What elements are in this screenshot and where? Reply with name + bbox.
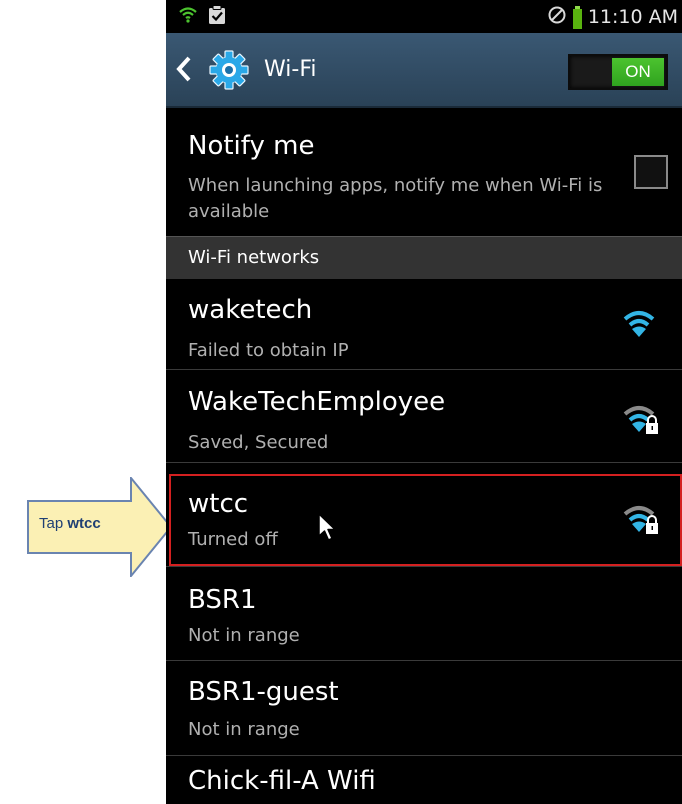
page-title: Wi-Fi: [264, 57, 317, 82]
mouse-pointer-icon: [318, 513, 340, 548]
network-name: BSR1-guest: [188, 677, 339, 707]
network-item-chick-fil-a-wifi[interactable]: Chick-fil-A Wifi: [166, 756, 682, 804]
network-name: BSR1: [188, 585, 257, 615]
callout-text: Tap wtcc: [39, 515, 149, 532]
wifi-signal-locked-icon: [622, 503, 662, 541]
notify-me-row[interactable]: Notify me When launching apps, notify me…: [166, 107, 682, 236]
wifi-networks-header: Wi-Fi networks: [166, 236, 682, 279]
instruction-callout: Tap wtcc: [27, 477, 173, 577]
network-item-wtcc[interactable]: wtcc Turned off: [166, 475, 682, 565]
callout-prefix: Tap: [39, 515, 64, 532]
phone-screen: 11:10 AM Wi-Fi ON Notify me When launchi…: [166, 0, 682, 804]
no-sim-icon: [547, 5, 567, 29]
notify-checkbox[interactable]: [634, 155, 668, 189]
battery-icon: [572, 5, 582, 29]
network-item-waketechemployee[interactable]: WakeTechEmployee Saved, Secured: [166, 370, 682, 463]
network-status: Saved, Secured: [188, 432, 329, 453]
notify-title: Notify me: [188, 131, 315, 161]
notify-subtitle: When launching apps, notify me when Wi-F…: [188, 175, 603, 222]
network-item-bsr1-guest[interactable]: BSR1-guest Not in range: [166, 661, 682, 756]
toggle-on-label: ON: [612, 58, 664, 86]
action-bar: Wi-Fi ON: [166, 33, 682, 108]
settings-gear-icon[interactable]: [206, 49, 252, 95]
network-status: Not in range: [188, 719, 300, 740]
status-bar: 11:10 AM: [166, 0, 682, 33]
network-name: Chick-fil-A Wifi: [188, 766, 376, 796]
callout-target: wtcc: [67, 515, 101, 532]
network-name: waketech: [188, 295, 313, 325]
network-name: wtcc: [188, 489, 249, 519]
network-item-bsr1[interactable]: BSR1 Not in range: [166, 566, 682, 661]
wifi-signal-icon: [178, 6, 198, 28]
wifi-signal-locked-icon: [622, 403, 662, 441]
status-time: 11:10 AM: [587, 6, 678, 28]
network-status: Turned off: [188, 529, 278, 550]
network-item-waketech[interactable]: waketech Failed to obtain IP: [166, 278, 682, 370]
network-status: Not in range: [188, 625, 300, 646]
network-status: Failed to obtain IP: [188, 340, 349, 361]
network-name: WakeTechEmployee: [188, 387, 446, 417]
wifi-toggle[interactable]: ON: [568, 54, 668, 90]
clipboard-check-icon: [208, 5, 226, 29]
back-chevron-icon[interactable]: [174, 55, 194, 87]
section-label: Wi-Fi networks: [188, 247, 320, 268]
wifi-signal-strong-icon: [622, 308, 656, 344]
